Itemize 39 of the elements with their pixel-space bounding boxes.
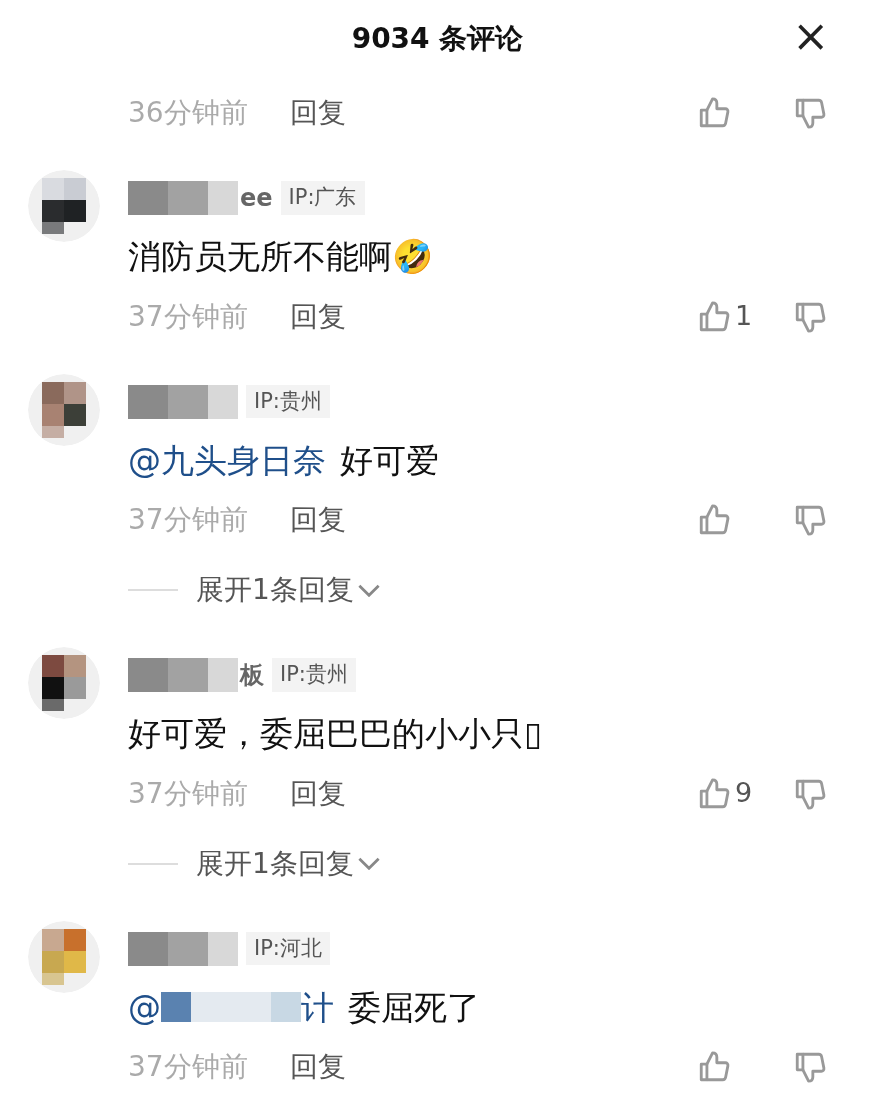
comment-time: 36分钟前: [128, 95, 248, 131]
reply-button[interactable]: 回复: [289, 772, 346, 815]
thumbs-up-icon[interactable]: [697, 776, 731, 811]
username-fragment: ee: [240, 183, 273, 214]
ip-tag: IP:广东: [280, 181, 365, 215]
mention-link-end[interactable]: 计: [301, 982, 334, 1032]
thumbs-down-icon[interactable]: [793, 503, 827, 537]
comment-text: 消防员无所不能啊🤣: [128, 236, 433, 278]
thumbs-up-icon[interactable]: [697, 1050, 731, 1084]
reply-button[interactable]: 回复: [289, 1046, 346, 1088]
like-count: 9: [735, 776, 753, 811]
thumbs-up-icon[interactable]: [697, 299, 731, 334]
comment-text: 好可爱，委屈巴巴的小小只▯: [128, 713, 543, 755]
comment-time: 37分钟前: [128, 775, 248, 812]
reply-button[interactable]: 回复: [289, 92, 346, 134]
expand-replies-button[interactable]: 展开1条回复: [196, 569, 380, 611]
comment-count-title: 9034 条评论: [351, 21, 524, 57]
ip-tag: IP:贵州: [246, 384, 330, 419]
thumbs-up-icon[interactable]: [697, 503, 731, 537]
comment-time: 37分钟前: [128, 502, 248, 538]
ip-tag: IP:贵州: [272, 658, 356, 692]
thumbs-down-icon[interactable]: [793, 96, 827, 130]
expand-replies-button[interactable]: 展开1条回复: [196, 842, 380, 885]
comment-time: 37分钟前: [128, 1049, 248, 1085]
reply-button[interactable]: 回复: [289, 295, 346, 338]
thumbs-down-icon[interactable]: [793, 1050, 827, 1084]
thumbs-up-icon[interactable]: [697, 96, 731, 130]
mention-link[interactable]: @九头身日奈: [128, 435, 326, 485]
username-fragment: 板: [240, 660, 264, 691]
comment-time: 37分钟前: [128, 298, 248, 335]
comment-text: 委屈死了: [348, 986, 480, 1029]
chevron-down-icon: [357, 857, 380, 870]
ip-tag: IP:河北: [246, 931, 330, 966]
chevron-down-icon: [357, 583, 380, 597]
mention-link[interactable]: @: [128, 982, 161, 1032]
like-count: 1: [735, 299, 753, 334]
reply-button[interactable]: 回复: [289, 499, 346, 541]
comment-text: 好可爱: [340, 439, 439, 482]
close-button[interactable]: ×: [792, 14, 829, 58]
